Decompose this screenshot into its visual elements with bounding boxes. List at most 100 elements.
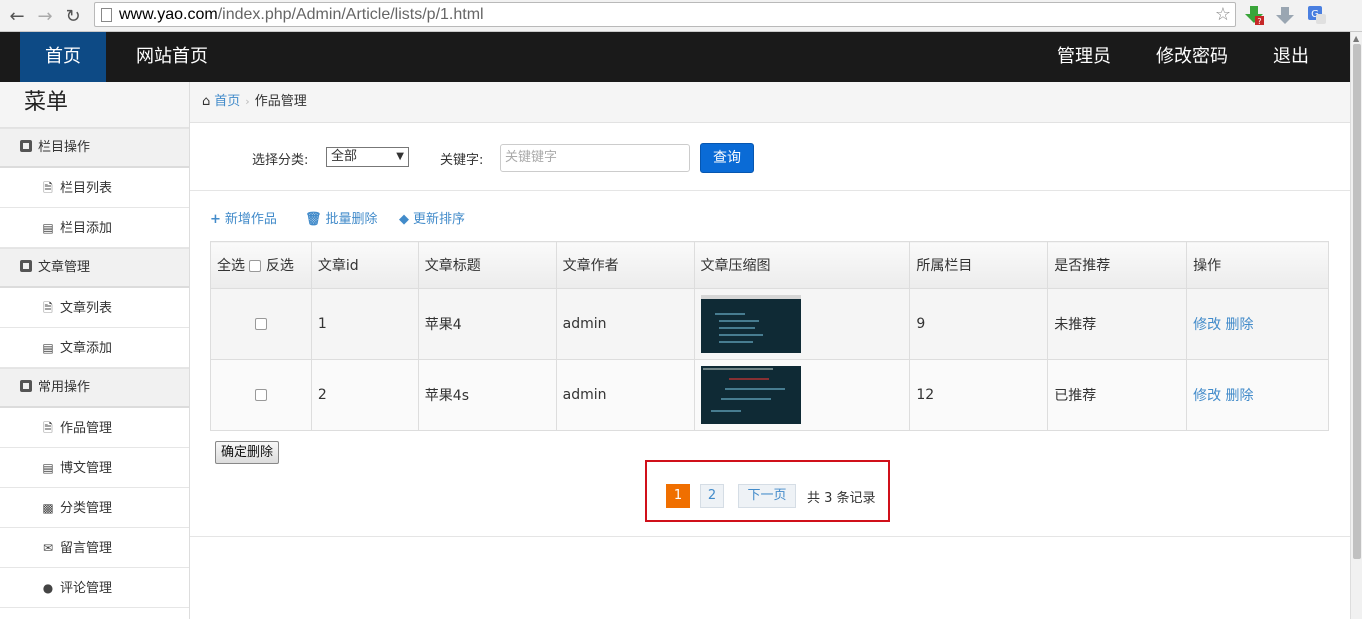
sidebar-group-common-ops[interactable]: 常用操作 — [0, 368, 189, 408]
sidebar-item-works[interactable]: 🗎 作品管理 — [0, 408, 189, 448]
comment-icon: ● — [42, 581, 54, 595]
forward-icon[interactable]: → — [34, 5, 56, 27]
home-icon: ⌂ — [202, 94, 211, 109]
sidebar-item-column-add[interactable]: ▤ 栏目添加 — [0, 208, 189, 248]
trash-icon: 🗑 — [305, 212, 322, 227]
breadcrumb-current: 作品管理 — [254, 94, 307, 109]
address-bar[interactable]: www.yao.com/index.php/Admin/Article/list… — [94, 2, 1236, 27]
cell-title: 苹果4s — [417, 359, 557, 431]
header-column: 所属栏目 — [909, 241, 1049, 289]
file-icon: 🗎 — [43, 421, 53, 435]
scrollbar-thumb[interactable] — [1353, 44, 1361, 559]
top-navbar: 首页 网站首页 管理员 修改密码 退出 — [0, 32, 1350, 82]
cell-id: 2 — [310, 359, 419, 431]
bookmark-star-icon[interactable]: ☆ — [1215, 4, 1231, 25]
page-scrollbar[interactable]: ▲ — [1350, 32, 1362, 619]
select-all-checkbox[interactable] — [249, 260, 262, 272]
tag-icon: ◆ — [399, 212, 409, 227]
file-icon: 🗎 — [43, 301, 53, 315]
edit-link[interactable]: 修改 — [1193, 317, 1221, 333]
edit-link[interactable]: 修改 — [1193, 388, 1221, 404]
sidebar-group-column-ops[interactable]: 栏目操作 — [0, 128, 189, 168]
row-checkbox[interactable] — [254, 389, 267, 401]
update-sort-button[interactable]: ◆ 更新排序 — [399, 208, 465, 227]
chevron-right-icon: › — [245, 95, 250, 108]
next-page-button[interactable]: 下一页 — [738, 484, 796, 508]
reload-icon[interactable]: ↻ — [62, 5, 84, 27]
table-header-row: 全选 反选 文章id 文章标题 文章作者 文章压缩图 所属栏目 是否推荐 操作 — [210, 241, 1329, 289]
main-content: ⌂ 首页 › 作品管理 选择分类: 全部 ▼ 关键字: 关键键字 查询 + 新增作品 🗑 批… — [190, 82, 1350, 619]
breadcrumb-home[interactable]: 首页 — [214, 94, 240, 109]
book-icon — [20, 140, 32, 152]
header-ops: 操作 — [1186, 241, 1329, 289]
page-1[interactable]: 1 — [666, 484, 690, 508]
books-icon: ▩ — [42, 501, 54, 515]
sidebar-item-category[interactable]: ▩ 分类管理 — [0, 488, 189, 528]
category-select[interactable]: 全部 ▼ — [326, 147, 409, 167]
total-records: 共 3 条记录 — [807, 491, 876, 506]
book-icon — [20, 380, 32, 392]
keyword-input[interactable]: 关键键字 — [500, 144, 690, 172]
sidebar-item-comments[interactable]: ● 评论管理 — [0, 568, 189, 608]
header-select: 全选 反选 — [210, 241, 312, 289]
breadcrumb: ⌂ 首页 › 作品管理 — [190, 82, 1350, 123]
book-icon — [20, 260, 32, 272]
header-thumb: 文章压缩图 — [693, 241, 911, 289]
query-button[interactable]: 查询 — [700, 143, 754, 173]
nav-change-password[interactable]: 修改密码 — [1146, 32, 1238, 82]
url-text: www.yao.com/index.php/Admin/Article/list… — [119, 6, 484, 23]
sidebar-item-column-list[interactable]: 🗎 栏目列表 — [0, 168, 189, 208]
svg-text:?: ? — [1257, 17, 1261, 26]
sidebar-group-article-mgmt[interactable]: 文章管理 — [0, 248, 189, 288]
download-extension-icon[interactable]: ? — [1243, 4, 1265, 26]
nav-site-home[interactable]: 网站首页 — [126, 32, 218, 82]
cell-recommend: 未推荐 — [1047, 288, 1188, 360]
table-row: 1 苹果4 admin 9 未推荐 修改 删除 — [210, 288, 1329, 360]
page-icon — [101, 8, 112, 22]
header-title: 文章标题 — [417, 241, 557, 289]
cell-column: 12 — [909, 359, 1049, 431]
caret-down-icon: ▼ — [396, 151, 404, 162]
article-thumbnail — [700, 366, 801, 424]
header-recommend: 是否推荐 — [1047, 241, 1188, 289]
sidebar-item-article-add[interactable]: ▤ 文章添加 — [0, 328, 189, 368]
sidebar-item-blog[interactable]: ▤ 博文管理 — [0, 448, 189, 488]
download-arrow-icon[interactable] — [1274, 4, 1296, 26]
delete-link[interactable]: 删除 — [1226, 317, 1254, 333]
page-2[interactable]: 2 — [700, 484, 724, 508]
nav-home[interactable]: 首页 — [20, 32, 106, 82]
envelope-icon: ✉ — [42, 541, 54, 555]
browser-toolbar: ← → ↻ www.yao.com/index.php/Admin/Articl… — [0, 0, 1362, 32]
table-row: 2 苹果4s admin 12 已推荐 修改 删除 — [210, 359, 1329, 431]
back-icon[interactable]: ← — [6, 5, 28, 27]
list-icon: ▤ — [42, 341, 54, 355]
nav-logout[interactable]: 退出 — [1262, 32, 1320, 82]
batch-delete-button[interactable]: 🗑 批量删除 — [305, 208, 378, 227]
cell-author: admin — [555, 359, 695, 431]
pagination: 1 2 下一页 共 3 条记录 — [645, 460, 890, 522]
delete-link[interactable]: 删除 — [1226, 388, 1254, 404]
menu-title: 菜单 — [0, 82, 189, 128]
nav-admin[interactable]: 管理员 — [1046, 32, 1122, 82]
file-icon: 🗎 — [43, 181, 53, 195]
list-icon: ▤ — [42, 461, 54, 475]
sidebar-item-messages[interactable]: ✉ 留言管理 — [0, 528, 189, 568]
list-icon: ▤ — [42, 221, 54, 235]
confirm-delete-button[interactable]: 确定删除 — [215, 441, 279, 464]
sidebar-item-article-list[interactable]: 🗎 文章列表 — [0, 288, 189, 328]
header-author: 文章作者 — [555, 241, 695, 289]
works-table: 全选 反选 文章id 文章标题 文章作者 文章压缩图 所属栏目 是否推荐 操作 … — [210, 241, 1329, 431]
scroll-up-icon[interactable]: ▲ — [1353, 34, 1359, 43]
keyword-label: 关键字: — [440, 153, 484, 168]
translate-extension-icon[interactable]: G — [1306, 4, 1328, 26]
header-id: 文章id — [310, 241, 419, 289]
article-thumbnail — [700, 295, 801, 353]
row-checkbox[interactable] — [254, 318, 267, 330]
category-label: 选择分类: — [252, 153, 309, 168]
plus-icon: + — [210, 212, 221, 227]
add-work-button[interactable]: + 新增作品 — [210, 208, 277, 227]
search-bar: 选择分类: 全部 ▼ 关键字: 关键键字 查询 — [190, 123, 1350, 191]
cell-id: 1 — [310, 288, 419, 360]
cell-recommend: 已推荐 — [1047, 359, 1188, 431]
sidebar: 菜单 栏目操作 🗎 栏目列表 ▤ 栏目添加 文章管理 🗎 文章列表 ▤ 文章添加 常用操… — [0, 82, 190, 619]
